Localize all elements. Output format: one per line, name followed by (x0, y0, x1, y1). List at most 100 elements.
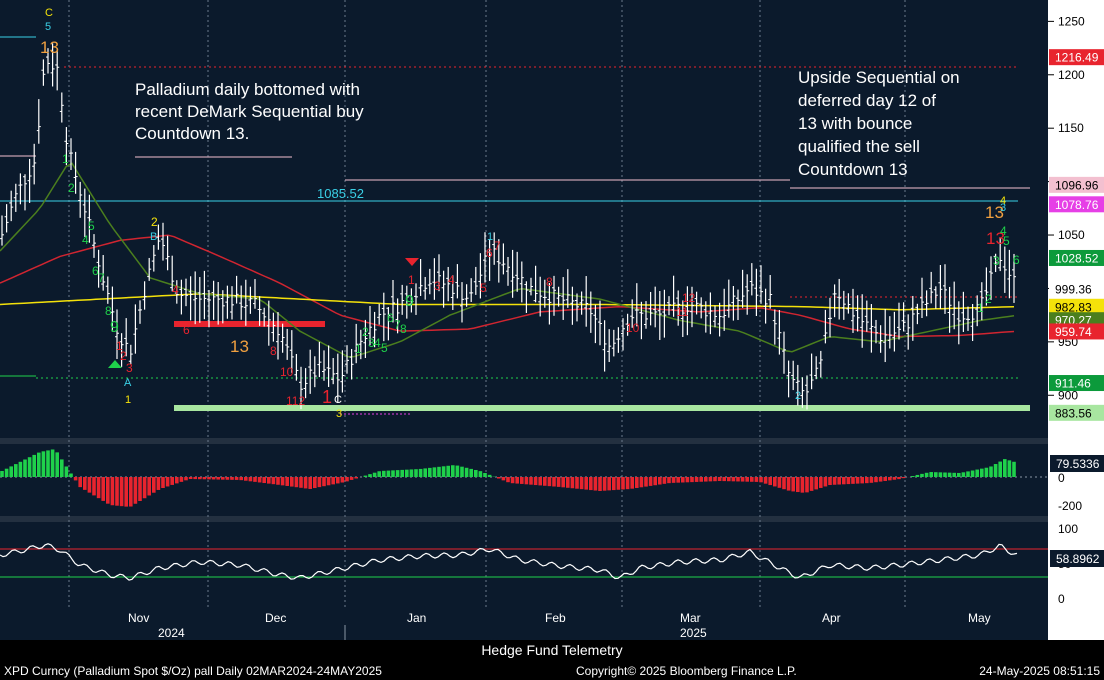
osc1-bar (717, 477, 722, 482)
demark-count: 112 (286, 394, 305, 408)
osc1-bar (943, 472, 947, 477)
demark-count: 4 (374, 336, 381, 350)
osc1-bar (391, 470, 395, 477)
osc1-bar (386, 470, 391, 477)
osc1-bar (970, 470, 975, 477)
demark-count: 3 (434, 279, 441, 293)
osc1-bar (27, 457, 32, 477)
demark-count: 10 (626, 321, 640, 335)
osc1-bar (106, 477, 110, 504)
osc1-bar (842, 477, 846, 485)
osc1-bar (993, 464, 998, 477)
osc1-bar (520, 477, 524, 484)
osc1-bar (506, 477, 510, 483)
osc1-bar (382, 470, 386, 477)
chart-footer-title: Hedge Fund Telemetry (0, 640, 1104, 660)
osc1-bar (73, 477, 78, 481)
demark-count: 4 (1000, 224, 1007, 238)
osc1-bar (188, 477, 193, 480)
osc2-tick: 100 (1058, 522, 1078, 536)
osc1-bar (377, 471, 381, 477)
demark-count: 1 (62, 152, 69, 166)
osc1-bar (363, 475, 368, 477)
demark-count: 13 (230, 337, 249, 356)
osc1-bar (253, 477, 257, 482)
y-tick-label: 1200 (1058, 68, 1085, 82)
osc1-bar (142, 477, 147, 499)
osc1-bar (207, 477, 211, 480)
osc1-bar (869, 477, 874, 483)
osc1-bar (193, 477, 197, 480)
osc2-value-label: 58.8962 (1056, 552, 1100, 566)
demark-count: 1 (487, 231, 493, 243)
osc1-bar (777, 477, 782, 488)
osc1-bar (759, 477, 763, 483)
osc1-bar (763, 477, 768, 484)
osc1-bar (92, 477, 96, 496)
osc1-bar (708, 477, 713, 482)
osc1-bar (313, 477, 317, 489)
price-label: 911.46 (1055, 377, 1091, 391)
demark-count: 1 (125, 394, 131, 406)
osc1-bar (18, 461, 23, 477)
year-label: 2024 (158, 626, 185, 640)
osc1-bar (451, 465, 455, 477)
osc1-bar (276, 477, 280, 485)
osc1-bar (750, 477, 754, 482)
annotation-line: recent DeMark Sequential buy (135, 102, 364, 121)
demark-count: 8 (105, 304, 112, 318)
demark-count: 5 (45, 21, 51, 33)
demark-count: C (45, 7, 53, 19)
osc1-bar (786, 477, 791, 491)
osc1-bar (432, 467, 437, 477)
osc1-bar (607, 477, 611, 491)
month-label: May (968, 611, 991, 625)
osc1-bar (138, 477, 142, 501)
demark-count: 1 (977, 301, 984, 315)
price-label: 959.74 (1055, 325, 1092, 339)
y-tick-label: 1050 (1058, 228, 1085, 242)
osc1-bar (110, 477, 115, 506)
annotation-line: Palladium daily bottomed with (135, 80, 360, 99)
osc1-bar (257, 477, 262, 483)
osc1-bar (101, 477, 105, 501)
osc1-bar (395, 470, 400, 477)
osc1-bar (616, 477, 621, 490)
osc1-bar (924, 472, 929, 477)
demark-count: 13 (40, 38, 59, 57)
osc1-bar (198, 477, 202, 480)
osc1-bar (262, 477, 266, 484)
osc1-bar (1007, 460, 1012, 477)
osc1-bar (418, 468, 423, 477)
palladium-chart: C51312456 789123A12B4613 810112 1 C3123 4 56 7 8… (0, 0, 1104, 640)
osc1-bar (478, 471, 483, 477)
osc1-bar (322, 477, 326, 487)
osc1-bar (202, 477, 207, 480)
demark-count: 5 (88, 219, 95, 233)
price-label: 1028.52 (1055, 251, 1099, 265)
osc1-bar (929, 472, 933, 477)
demark-count: A (124, 377, 132, 389)
osc1-bar (474, 469, 478, 477)
osc1-bar (961, 472, 966, 477)
osc1-bar (244, 477, 248, 481)
osc1-bar (497, 477, 501, 479)
osc1-bar (685, 477, 690, 483)
osc1-bar (400, 469, 404, 477)
osc2-tick: 0 (1058, 592, 1065, 606)
demark-count: 1 (355, 342, 362, 356)
osc1-bar (221, 477, 225, 480)
osc1-bar (805, 477, 809, 493)
osc1-bar (129, 477, 133, 507)
osc1-bar (989, 466, 993, 477)
demark-count: 12 (682, 291, 696, 305)
month-label: Jan (407, 611, 426, 625)
osc1-bar (547, 477, 552, 487)
osc1-bar (308, 477, 312, 489)
osc1-bar (947, 472, 952, 477)
osc1-bar (713, 477, 717, 482)
osc1-bar (791, 477, 795, 492)
osc1-bar (566, 477, 570, 488)
annotation-line: deferred day 12 of (798, 91, 936, 110)
osc1-bar (888, 477, 892, 481)
